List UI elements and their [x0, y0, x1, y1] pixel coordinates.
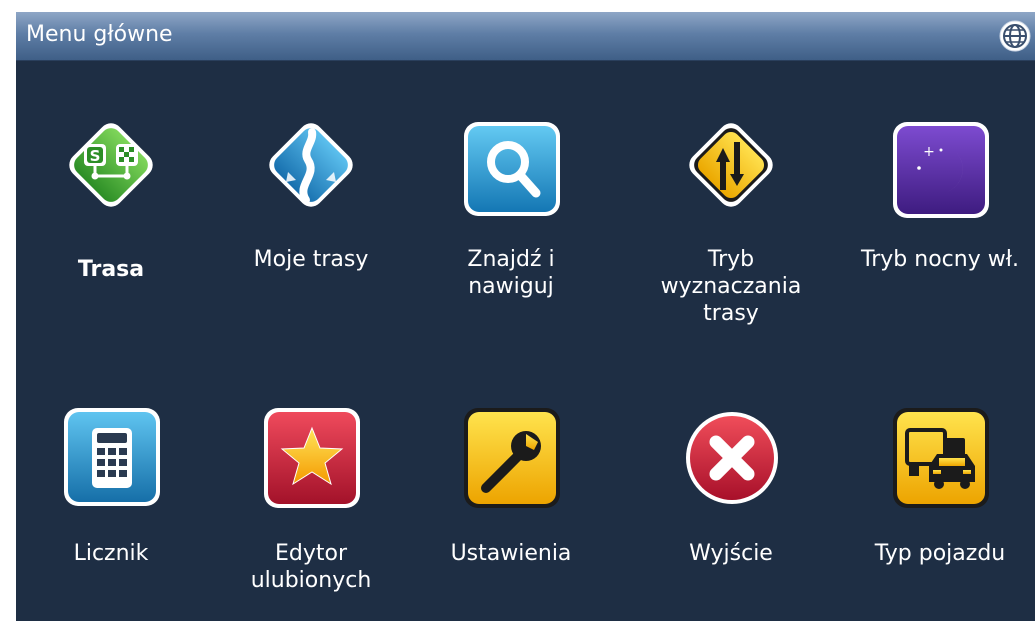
- two-lanes-sign-icon: [676, 110, 786, 220]
- page-title: Menu główne: [26, 22, 173, 47]
- vehicle-icon: [885, 404, 995, 514]
- main-menu-screen: Menu główne S Trasa Moje trasy Znajdź i …: [16, 12, 1035, 621]
- svg-text:+: +: [923, 144, 935, 160]
- menu-item-trasa[interactable]: S Trasa: [16, 110, 206, 310]
- svg-text:S: S: [90, 147, 101, 165]
- magnifier-icon: [456, 110, 566, 220]
- title-bar: Menu główne: [16, 12, 1035, 61]
- menu-item-label: Znajdź i nawiguj: [467, 247, 555, 299]
- menu-item-label: Wyjście: [689, 541, 773, 566]
- moon-icon: +: [885, 110, 995, 220]
- menu-item-label: Ustawienia: [450, 541, 572, 566]
- menu-item-typ-pojazdu[interactable]: Typ pojazdu: [845, 404, 1035, 604]
- menu-item-label: Edytor ulubionych: [250, 541, 372, 593]
- menu-item-ustawienia[interactable]: Ustawienia: [416, 404, 606, 604]
- menu-item-tryb-nocny[interactable]: + Tryb nocny wł.: [845, 110, 1035, 310]
- wrench-icon: [456, 404, 566, 514]
- menu-item-label: Trasa: [77, 257, 145, 282]
- menu-item-wyjscie[interactable]: Wyjście: [636, 404, 826, 604]
- menu-item-label: Moje trasy: [253, 247, 369, 272]
- star-icon: [256, 404, 366, 514]
- menu-item-label: Licznik: [73, 541, 149, 566]
- winding-road-icon: [256, 110, 366, 220]
- menu-item-edytor-ulubionych[interactable]: Edytor ulubionych: [216, 404, 406, 604]
- menu-item-label: Tryb nocny wł.: [861, 247, 1019, 272]
- menu-item-label: Typ pojazdu: [874, 541, 1006, 566]
- menu-item-moje-trasy[interactable]: Moje trasy: [216, 110, 406, 310]
- globe-icon[interactable]: [995, 16, 1035, 56]
- calculator-icon: [56, 404, 166, 514]
- menu-item-znajdz[interactable]: Znajdź i nawiguj: [416, 110, 606, 310]
- menu-item-licznik[interactable]: Licznik: [16, 404, 206, 604]
- menu-item-label: Tryb wyznaczania trasy: [660, 247, 802, 326]
- exit-x-icon: [676, 404, 786, 514]
- menu-item-tryb-wyznaczania[interactable]: Tryb wyznaczania trasy: [636, 110, 826, 326]
- route-flags-icon: S: [56, 110, 166, 220]
